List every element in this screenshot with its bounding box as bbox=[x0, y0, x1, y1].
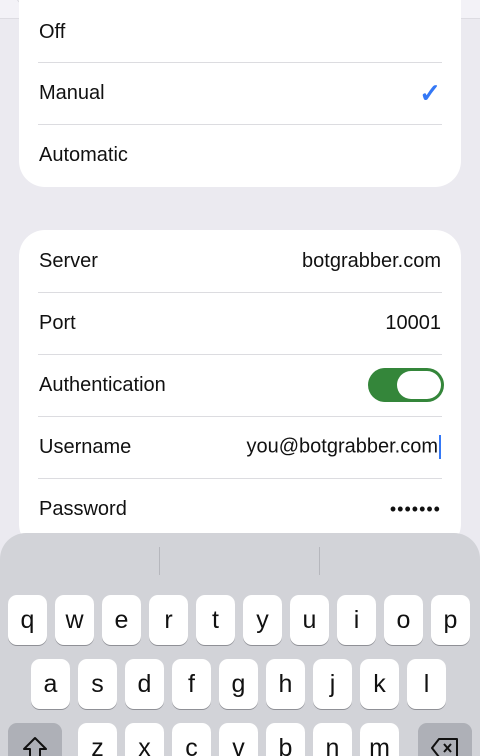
key-t[interactable]: t bbox=[196, 595, 235, 645]
server-field[interactable]: botgrabber.com bbox=[302, 250, 441, 273]
key-g[interactable]: g bbox=[219, 659, 258, 709]
username-label: Username bbox=[39, 435, 132, 458]
key-n[interactable]: n bbox=[313, 723, 352, 756]
option-off-label: Off bbox=[39, 21, 66, 43]
key-p[interactable]: p bbox=[431, 595, 470, 645]
keyboard: qwertyuiop asdfghjkl zxcvbnm bbox=[0, 533, 480, 756]
username-field[interactable]: you@botgrabber.com bbox=[246, 435, 441, 459]
authentication-toggle[interactable] bbox=[368, 368, 444, 402]
option-manual[interactable]: Manual ✓ bbox=[19, 62, 461, 124]
key-o[interactable]: o bbox=[384, 595, 423, 645]
key-b[interactable]: b bbox=[266, 723, 305, 756]
suggestion-divider bbox=[159, 547, 160, 575]
authentication-row: Authentication bbox=[19, 354, 461, 416]
username-value: you@botgrabber.com bbox=[246, 435, 438, 458]
key-row-2: asdfghjkl bbox=[0, 659, 480, 709]
port-label: Port bbox=[39, 311, 76, 334]
text-cursor bbox=[439, 435, 441, 459]
key-q[interactable]: q bbox=[8, 595, 47, 645]
server-row[interactable]: Server botgrabber.com bbox=[19, 230, 461, 292]
key-f[interactable]: f bbox=[172, 659, 211, 709]
option-automatic-label: Automatic bbox=[39, 143, 128, 166]
proxy-mode-list: Off Manual ✓ Automatic bbox=[19, 0, 461, 187]
key-m[interactable]: m bbox=[360, 723, 399, 756]
authentication-label: Authentication bbox=[39, 373, 166, 396]
option-off[interactable]: Off bbox=[19, 0, 461, 62]
shift-icon[interactable] bbox=[8, 723, 62, 756]
option-manual-label: Manual bbox=[39, 81, 105, 104]
key-k[interactable]: k bbox=[360, 659, 399, 709]
key-c[interactable]: c bbox=[172, 723, 211, 756]
key-row-1: qwertyuiop bbox=[0, 595, 480, 645]
key-i[interactable]: i bbox=[337, 595, 376, 645]
password-field[interactable]: ••••••• bbox=[390, 499, 441, 520]
proxy-settings-list: Server botgrabber.com Port 10001 Authent… bbox=[19, 230, 461, 550]
key-y[interactable]: y bbox=[243, 595, 282, 645]
suggestion-bar bbox=[0, 533, 480, 583]
key-r[interactable]: r bbox=[149, 595, 188, 645]
key-e[interactable]: e bbox=[102, 595, 141, 645]
delete-icon[interactable] bbox=[418, 723, 472, 756]
key-z[interactable]: z bbox=[78, 723, 117, 756]
password-label: Password bbox=[39, 497, 127, 520]
checkmark-icon: ✓ bbox=[419, 78, 441, 108]
key-u[interactable]: u bbox=[290, 595, 329, 645]
key-w[interactable]: w bbox=[55, 595, 94, 645]
option-automatic[interactable]: Automatic bbox=[19, 124, 461, 186]
key-d[interactable]: d bbox=[125, 659, 164, 709]
key-row-3: zxcvbnm bbox=[0, 723, 480, 756]
key-h[interactable]: h bbox=[266, 659, 305, 709]
key-v[interactable]: v bbox=[219, 723, 258, 756]
server-label: Server bbox=[39, 249, 98, 272]
port-field[interactable]: 10001 bbox=[385, 312, 441, 335]
key-j[interactable]: j bbox=[313, 659, 352, 709]
key-l[interactable]: l bbox=[407, 659, 446, 709]
suggestion-divider bbox=[319, 547, 320, 575]
toggle-knob bbox=[397, 371, 441, 399]
key-x[interactable]: x bbox=[125, 723, 164, 756]
password-row[interactable]: Password ••••••• bbox=[19, 478, 461, 540]
username-row[interactable]: Username you@botgrabber.com bbox=[19, 416, 461, 478]
screen: Off Manual ✓ Automatic Server botgrabber… bbox=[0, 0, 480, 756]
key-s[interactable]: s bbox=[78, 659, 117, 709]
key-a[interactable]: a bbox=[31, 659, 70, 709]
port-row[interactable]: Port 10001 bbox=[19, 292, 461, 354]
